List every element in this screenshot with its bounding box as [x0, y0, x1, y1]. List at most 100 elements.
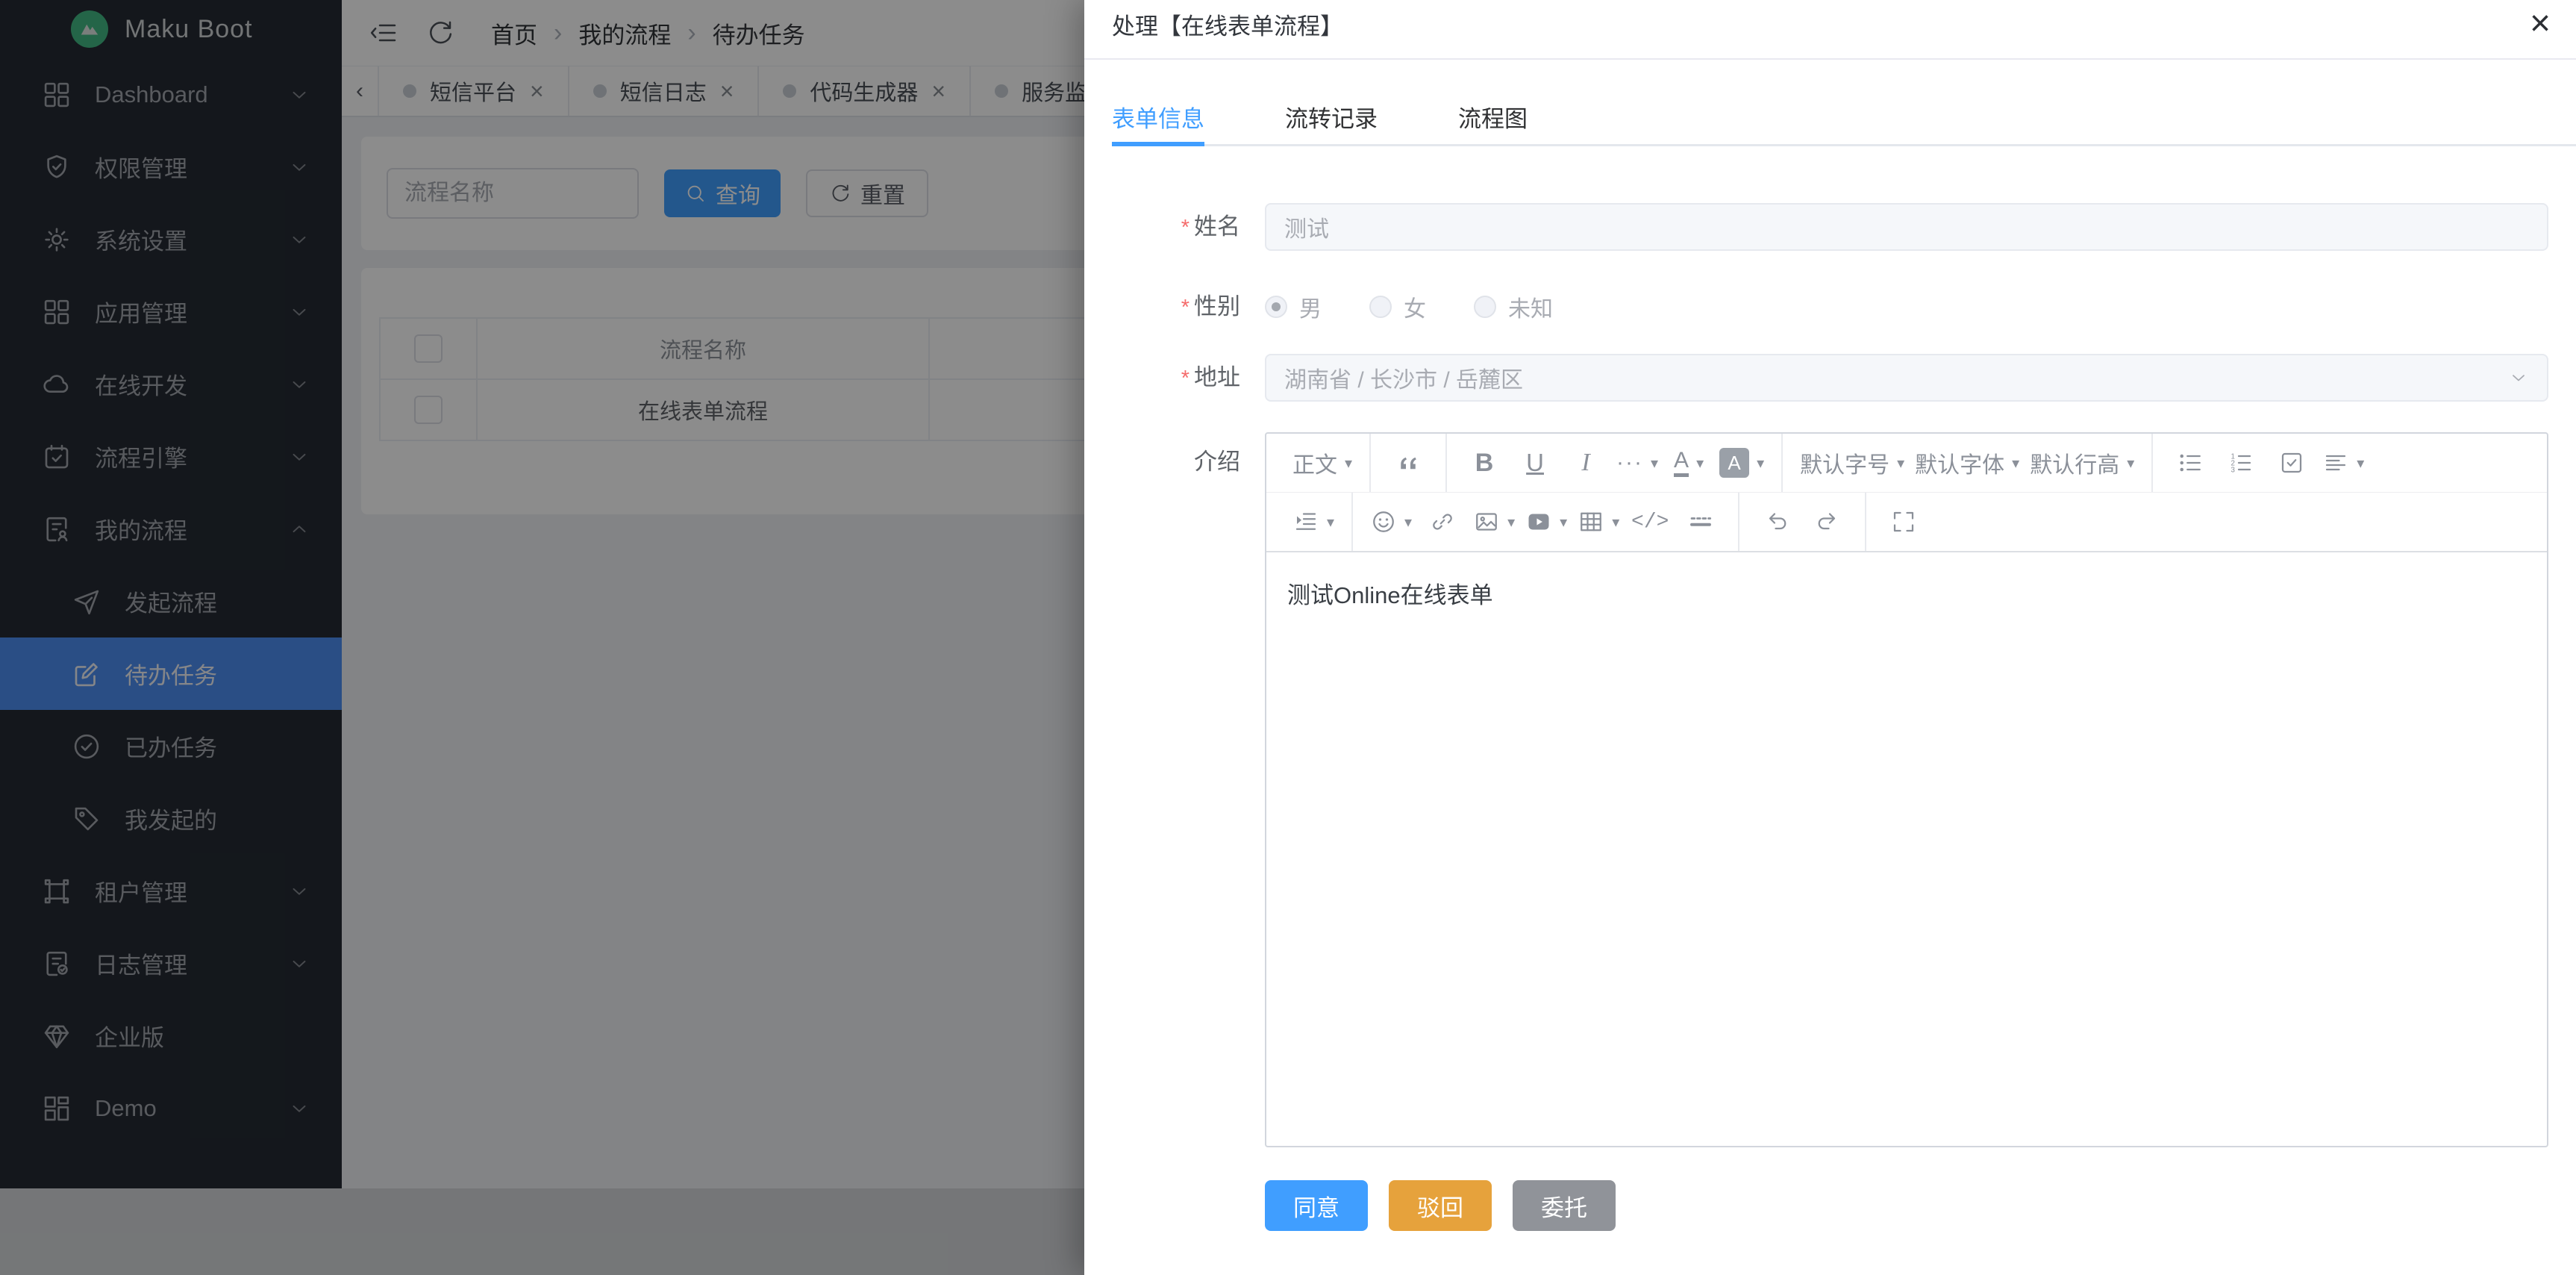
code-block-button[interactable]: </> [1630, 501, 1670, 543]
caret-down-icon: ▾ [2127, 454, 2134, 473]
caret-down-icon: ▾ [1757, 454, 1764, 473]
paragraph-style-dropdown[interactable]: 正文▾ [1292, 442, 1352, 484]
align-dropdown[interactable]: ▾ [2322, 442, 2364, 484]
toolbar-divider [1445, 434, 1447, 492]
app-window: Maku Boot Dashboard 权限管理 系统设置 应用管理 [0, 0, 2576, 1275]
link-icon [1429, 508, 1456, 535]
address-label: 地址 [1194, 364, 1240, 390]
table-dropdown[interactable]: ▾ [1578, 501, 1619, 543]
intro-label: 介绍 [1194, 449, 1240, 475]
required-asterisk: * [1181, 367, 1189, 390]
table-icon [1578, 508, 1604, 535]
tab-flow-records[interactable]: 流转记录 [1285, 94, 1378, 146]
editor-content[interactable]: 测试Online在线表单 [1266, 552, 2547, 1146]
delegate-button[interactable]: 委托 [1513, 1180, 1616, 1231]
task-list-icon [2278, 449, 2305, 476]
gender-radio-male[interactable]: 男 [1265, 290, 1322, 323]
process-form: *姓名 测试 *性别 男 女 [1112, 203, 2548, 1231]
font-color-dropdown[interactable]: A▾ [1669, 442, 1709, 484]
quote-icon [1395, 449, 1422, 476]
address-select[interactable]: 湖南省 / 长沙市 / 岳麓区 [1265, 354, 2548, 402]
task-list-button[interactable] [2272, 442, 2312, 484]
tab-form-info[interactable]: 表单信息 [1112, 94, 1204, 146]
caret-down-icon: ▾ [1560, 513, 1567, 531]
caret-down-icon: ▾ [1507, 513, 1515, 531]
italic-button[interactable]: I [1566, 442, 1606, 484]
radio-icon [1369, 296, 1392, 318]
horizontal-rule-icon [1687, 508, 1714, 535]
undo-icon [1763, 508, 1790, 535]
required-asterisk: * [1181, 296, 1189, 319]
caret-down-icon: ▾ [1345, 454, 1352, 473]
divider-button[interactable] [1681, 501, 1721, 543]
toolbar-divider [1351, 493, 1353, 551]
caret-down-icon: ▾ [1327, 513, 1334, 531]
bg-color-dropdown[interactable]: A▾ [1719, 442, 1764, 484]
toolbar-divider [1738, 493, 1739, 551]
emoji-dropdown[interactable]: ▾ [1370, 501, 1412, 543]
fullscreen-icon [1890, 508, 1917, 535]
caret-down-icon: ▾ [2357, 454, 2364, 473]
caret-down-icon: ▾ [1696, 454, 1704, 473]
toolbar-divider [1369, 434, 1371, 492]
process-drawer: 处理【在线表单流程】 × 表单信息 流转记录 流程图 *姓名 测试 *性别 [1084, 0, 2576, 1275]
radio-icon [1474, 296, 1496, 318]
toolbar-divider [1865, 493, 1866, 551]
radio-checked-icon [1265, 296, 1287, 318]
address-field-row: *地址 湖南省 / 长沙市 / 岳麓区 [1112, 354, 2548, 402]
link-button[interactable] [1422, 501, 1463, 543]
underline-button[interactable]: U [1515, 442, 1555, 484]
bullet-list-icon [2177, 449, 2204, 476]
line-height-dropdown[interactable]: 默认行高▾ [2030, 442, 2134, 484]
more-styles-dropdown[interactable]: ···▾ [1616, 442, 1658, 484]
editor-toolbar-row1: 正文▾ B U I ···▾ A▾ A▾ [1266, 434, 2547, 493]
redo-button[interactable] [1807, 501, 1848, 543]
quote-button[interactable] [1388, 442, 1428, 484]
bullet-list-button[interactable] [2170, 442, 2210, 484]
gender-radio-unknown[interactable]: 未知 [1474, 290, 1553, 323]
approve-button[interactable]: 同意 [1265, 1180, 1368, 1231]
gender-field-row: *性别 男 女 未知 [1112, 283, 2548, 331]
caret-down-icon: ▾ [1651, 454, 1658, 473]
indent-dropdown[interactable]: ▾ [1292, 501, 1334, 543]
align-icon [2322, 449, 2349, 476]
undo-button[interactable] [1757, 501, 1797, 543]
reject-button[interactable]: 驳回 [1389, 1180, 1492, 1231]
rich-text-editor: 正文▾ B U I ···▾ A▾ A▾ [1265, 432, 2548, 1147]
required-asterisk: * [1181, 216, 1189, 240]
editor-toolbar-row2: ▾ ▾ ▾ ▾ ▾ </> [1266, 493, 2547, 552]
video-icon [1525, 508, 1552, 535]
drawer-actions: 同意 驳回 委托 [1265, 1180, 2548, 1231]
toolbar-divider [1781, 434, 1783, 492]
toolbar-divider [2151, 434, 2153, 492]
tab-flow-diagram[interactable]: 流程图 [1458, 94, 1528, 146]
ordered-list-icon: 123 [2228, 449, 2254, 476]
redo-icon [1814, 508, 1841, 535]
gender-radio-female[interactable]: 女 [1369, 290, 1426, 323]
emoji-icon [1370, 508, 1397, 535]
bold-button[interactable]: B [1464, 442, 1504, 484]
caret-down-icon: ▾ [1612, 513, 1619, 531]
intro-field-row: 介绍 正文▾ B U I ···▾ [1112, 432, 2548, 1147]
drawer-body: 表单信息 流转记录 流程图 *姓名 测试 *性别 男 [1084, 94, 2576, 1231]
drawer-title: 处理【在线表单流程】 [1112, 7, 2530, 41]
gender-label: 性别 [1194, 293, 1240, 319]
video-dropdown[interactable]: ▾ [1525, 501, 1567, 543]
caret-down-icon: ▾ [2012, 454, 2019, 473]
caret-down-icon: ▾ [1897, 454, 1904, 473]
font-size-dropdown[interactable]: 默认字号▾ [1800, 442, 1904, 484]
close-icon[interactable]: × [2530, 6, 2551, 42]
svg-text:3: 3 [2231, 466, 2235, 474]
font-family-dropdown[interactable]: 默认字体▾ [1915, 442, 2019, 484]
indent-icon [1292, 508, 1319, 535]
fullscreen-button[interactable] [1883, 501, 1924, 543]
caret-down-icon: ▾ [1404, 513, 1412, 531]
chevron-down-icon [2508, 367, 2529, 388]
image-icon [1473, 508, 1500, 535]
drawer-tabs: 表单信息 流转记录 流程图 [1112, 94, 2548, 146]
drawer-header: 处理【在线表单流程】 × [1084, 0, 2576, 60]
name-input[interactable]: 测试 [1265, 203, 2548, 251]
ordered-list-button[interactable]: 123 [2221, 442, 2261, 484]
name-field-row: *姓名 测试 [1112, 203, 2548, 252]
image-dropdown[interactable]: ▾ [1473, 501, 1515, 543]
